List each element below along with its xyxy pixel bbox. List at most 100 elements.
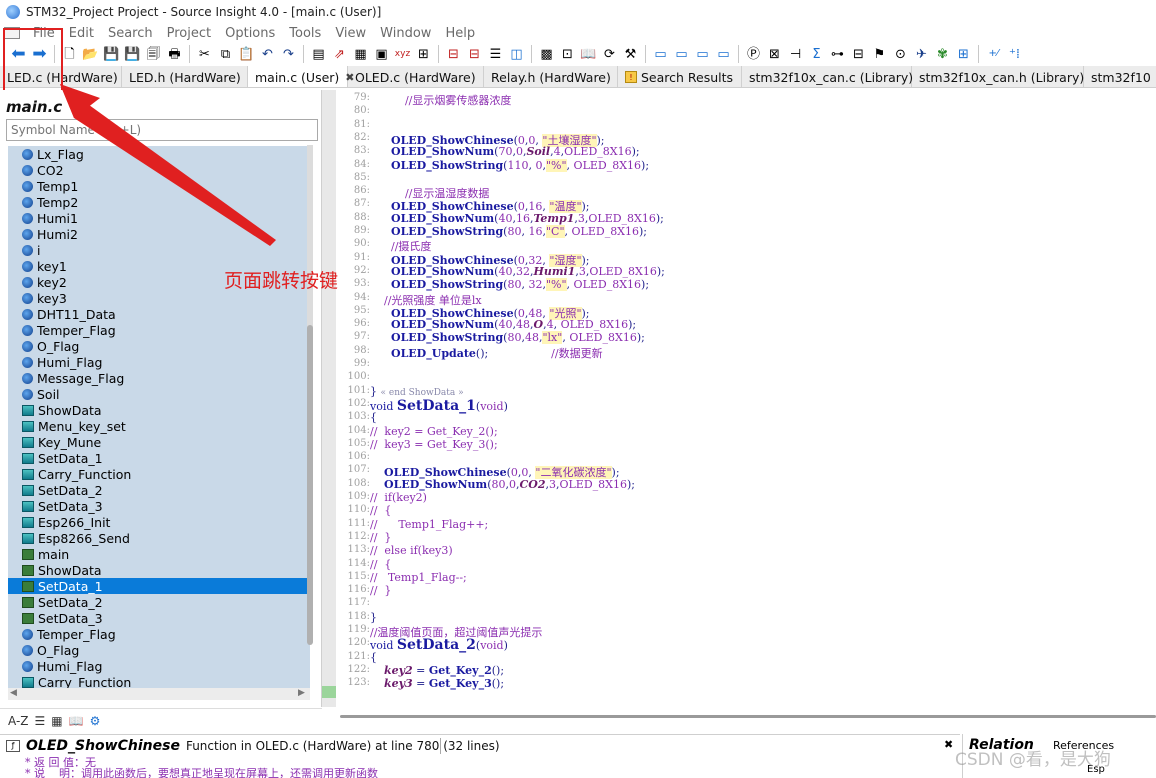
bird-icon[interactable]: ✈ <box>913 46 930 63</box>
symbol-list-item[interactable]: DHT11_Data <box>8 306 310 322</box>
code-line[interactable]: 121:{ <box>336 651 1156 664</box>
code-line[interactable]: 107: OLED_ShowChinese(0,0, "二氧化碳浓度"); <box>336 464 1156 480</box>
search-results-icon[interactable]: ◫ <box>508 46 525 63</box>
code-line[interactable]: 115:// Temp1_Flag--; <box>336 571 1156 584</box>
symbol-list-item[interactable]: SetData_3 <box>8 498 310 514</box>
menu-help[interactable]: Help <box>438 26 482 41</box>
code-line[interactable]: 117: <box>336 597 1156 610</box>
flag-icon[interactable]: ⚑ <box>871 46 888 63</box>
code-line[interactable]: 111:// Temp1_Flag++; <box>336 518 1156 531</box>
redo-icon[interactable]: ↷ <box>280 46 297 63</box>
indent-icon[interactable]: ⁺⁞ <box>1006 46 1023 63</box>
category-icon[interactable]: ▦ <box>51 714 62 728</box>
close-file-icon[interactable]: 🗐 <box>145 46 162 63</box>
symbol-list-item[interactable]: Carry_Function <box>8 466 310 482</box>
open-folder-icon[interactable]: 📂 <box>82 46 99 63</box>
symbol-list-item[interactable]: Temper_Flag <box>8 322 310 338</box>
code-line[interactable]: 114:// { <box>336 558 1156 571</box>
symbol-list-item[interactable]: Lx_Flag <box>8 146 310 162</box>
code-line[interactable]: 98: OLED_Update(); //数据更新 <box>336 345 1156 360</box>
symbol-list-item[interactable]: main <box>8 546 310 562</box>
layout-2-icon[interactable]: ▭ <box>673 46 690 63</box>
code-line[interactable]: 94: //光照强度 单位是lx <box>336 292 1156 307</box>
code-line[interactable]: 119://温度阈值页面，超过阈值声光提示 <box>336 624 1156 639</box>
tab-stm32f10x-can-c-library[interactable]: stm32f10x_can.c (Library) <box>742 66 913 87</box>
code-line[interactable]: 118:} <box>336 611 1156 624</box>
code-line[interactable]: 116:// } <box>336 584 1156 597</box>
menu-view[interactable]: View <box>328 26 373 41</box>
code-line[interactable]: 104:// key2 = Get_Key_2(); <box>336 425 1156 438</box>
copy-icon[interactable]: ⧉ <box>217 46 234 63</box>
code-line[interactable]: 87: OLED_ShowChinese(0,16, "温度"); <box>336 198 1156 214</box>
scroll-thumb[interactable] <box>307 325 313 645</box>
menu-window[interactable]: Window <box>373 26 438 41</box>
preview-icon[interactable]: Ⓟ <box>745 46 762 63</box>
code-line[interactable]: 83: OLED_ShowNum(70,0,Soil,4,OLED_8X16); <box>336 145 1156 158</box>
system-menu-icon[interactable] <box>4 27 20 39</box>
indent-more-icon[interactable]: +⁄ <box>985 46 1002 63</box>
symbol-list-item[interactable]: Humi1 <box>8 210 310 226</box>
grid-icon[interactable]: ⊞ <box>955 46 972 63</box>
symbol-list[interactable]: Lx_Flag CO2 Temp1 Temp2 Humi1 Humi2 i key1 key2 k… <box>8 146 310 688</box>
menu-project[interactable]: Project <box>160 26 218 41</box>
close-icon[interactable]: ✖ <box>944 738 953 751</box>
code-line[interactable]: 101:} « end ShowData » <box>336 385 1156 398</box>
bookmark-icon[interactable]: ⊟ <box>445 46 462 63</box>
code-line[interactable]: 110:// { <box>336 504 1156 517</box>
project-icon[interactable]: ▩ <box>538 46 555 63</box>
symbol-list-item[interactable]: Key_Mune <box>8 434 310 450</box>
tab-oled-c-hardware[interactable]: OLED.c (HardWare) <box>348 66 484 87</box>
symbol-search-input[interactable] <box>6 119 318 141</box>
relation-icon[interactable]: ⊡ <box>559 46 576 63</box>
tab-main-c-user[interactable]: main.c (User) ✖ <box>248 66 355 87</box>
list-view-icon[interactable]: ☰ <box>35 714 46 728</box>
menu-search[interactable]: Search <box>101 26 160 41</box>
back-arrow-icon[interactable]: ⬅ <box>10 45 27 63</box>
symbol-window-icon[interactable]: ▤ <box>310 46 327 63</box>
browse-icon[interactable]: ▦ <box>352 46 369 63</box>
code-line[interactable]: 99: <box>336 358 1156 371</box>
code-line[interactable]: 102: void SetData_1(void) <box>336 398 1156 414</box>
tab-relay-h-hardware[interactable]: Relay.h (HardWare) <box>484 66 618 87</box>
code-line[interactable]: 79: //显示烟雾传感器浓度 <box>336 92 1156 107</box>
symbol-list-item[interactable]: Temp1 <box>8 178 310 194</box>
tab-led-h-hardware[interactable]: LED.h (HardWare) <box>122 66 248 87</box>
tab-search-results[interactable]: ! Search Results <box>618 66 742 87</box>
scroll-left-arrow-icon[interactable]: ◀ <box>10 688 17 698</box>
code-line[interactable]: 80: <box>336 105 1156 118</box>
xyz-icon[interactable]: xyz <box>394 46 411 63</box>
code-line[interactable]: 106: <box>336 451 1156 464</box>
code-line[interactable]: 123: key3 = Get_Key_3(); <box>336 677 1156 690</box>
summary-icon[interactable]: Σ <box>808 46 825 63</box>
layout-1-icon[interactable]: ▭ <box>652 46 669 63</box>
symbol-list-item[interactable]: ShowData <box>8 562 310 578</box>
symbol-list-item[interactable]: Esp266_Init <box>8 514 310 530</box>
new-file-icon[interactable]: 🗋 <box>61 46 78 63</box>
context-icon[interactable]: ▣ <box>373 46 390 63</box>
code-line[interactable]: 96: OLED_ShowNum(40,48,O,4, OLED_8X16); <box>336 318 1156 331</box>
symbol-list-item[interactable]: SetData_1 <box>8 578 310 594</box>
code-line[interactable]: 113:// else if(key3) <box>336 544 1156 557</box>
code-editor[interactable]: 79: //显示烟雾传感器浓度 80: 81: 82: OLED_ShowChines… <box>336 90 1156 707</box>
code-line[interactable]: 105:// key3 = Get_Key_3(); <box>336 438 1156 451</box>
save-all-icon[interactable]: 💾 <box>124 46 141 63</box>
symbol-list-item[interactable]: Humi_Flag <box>8 354 310 370</box>
symbol-list-vscrollbar[interactable] <box>307 145 313 645</box>
symbol-list-item[interactable]: Humi_Flag <box>8 658 310 674</box>
format-icon[interactable]: ⊠ <box>766 46 783 63</box>
symbol-list-item[interactable]: Message_Flag <box>8 370 310 386</box>
editor-hscrollbar[interactable] <box>340 712 1156 720</box>
symbol-list-item[interactable]: SetData_2 <box>8 482 310 498</box>
scan-icon[interactable]: ⊙ <box>892 46 909 63</box>
symbol-list-item[interactable]: SetData_1 <box>8 450 310 466</box>
code-line[interactable]: 112:// } <box>336 531 1156 544</box>
symbol-list-item[interactable]: SetData_2 <box>8 594 310 610</box>
code-line[interactable]: 103:{ <box>336 411 1156 424</box>
code-line[interactable]: 86: //显示温湿度数据 <box>336 185 1156 200</box>
jump-icon[interactable]: ⇗ <box>331 46 348 63</box>
book-icon[interactable]: 📖 <box>580 46 597 63</box>
symbol-list-item[interactable]: CO2 <box>8 162 310 178</box>
symbol-list-item[interactable]: O_Flag <box>8 338 310 354</box>
symbol-list-item[interactable]: Esp8266_Send <box>8 530 310 546</box>
paste-icon[interactable]: 📋 <box>238 46 255 63</box>
